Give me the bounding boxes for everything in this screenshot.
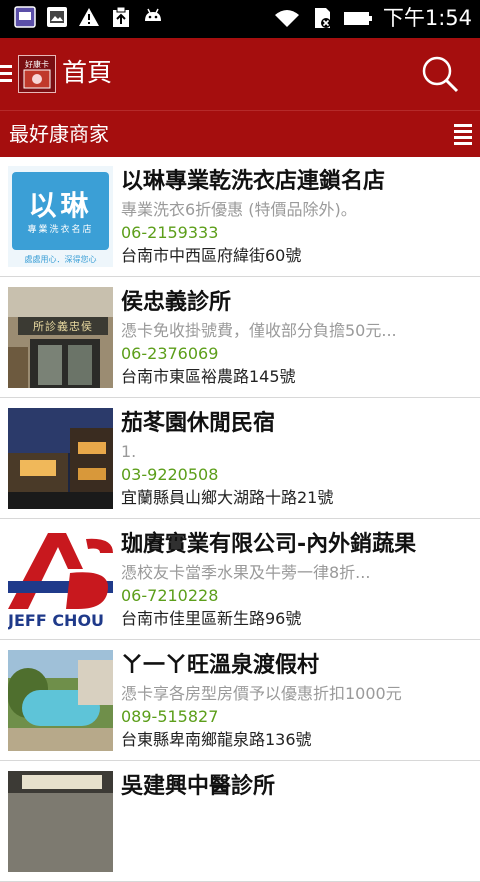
- list-item[interactable]: JEFF CHOU 珈賡實業有限公司-內外銷蔬果 憑校友卡當季水果及牛蒡一律8折…: [0, 519, 480, 640]
- section-header: 最好康商家: [0, 110, 480, 157]
- thumb-sign-text: 所診義忠侯: [33, 320, 93, 333]
- app-icon: [14, 6, 36, 28]
- gallery-icon: [47, 7, 67, 27]
- merchant-address: 台南市中西區府緯街60號: [121, 246, 302, 265]
- merchant-desc: 憑校友卡當季水果及牛蒡一律8折...: [121, 563, 371, 582]
- section-title: 最好康商家: [9, 122, 109, 146]
- merchant-desc: 1.: [121, 442, 137, 461]
- list-item[interactable]: 茄苳園休閒民宿 1. 03-9220508 宜蘭縣員山鄉大湖路十路21號: [0, 398, 480, 519]
- app-logo[interactable]: 好康卡: [18, 55, 56, 93]
- thumb-foot-text: 處處用心．深得您心: [24, 255, 97, 264]
- merchant-thumbnail: [8, 650, 113, 751]
- merchant-thumbnail: 以琳 專業洗衣名店 處處用心．深得您心: [8, 166, 113, 267]
- drawer-toggle-icon[interactable]: [0, 65, 12, 83]
- merchant-phone[interactable]: 06-2159333: [121, 222, 218, 244]
- merchant-name: 吳建興中醫診所: [121, 774, 276, 799]
- sd-card-icon: [314, 8, 331, 28]
- thumb-brand-text: JEFF CHOU: [8, 611, 105, 630]
- merchant-thumbnail: 所診義忠侯: [8, 287, 113, 388]
- status-right: 下午1:54: [273, 5, 472, 31]
- merchant-desc: 專業洗衣6折優惠 (特價品除外)。: [121, 200, 357, 219]
- merchant-name: 以琳專業乾洗衣店連鎖名店: [121, 169, 386, 194]
- logo-text: 好康卡: [25, 59, 49, 69]
- list-menu-icon[interactable]: [454, 124, 472, 145]
- merchant-phone[interactable]: 06-2376069: [121, 343, 218, 365]
- merchant-name: 茄苳園休閒民宿: [121, 411, 276, 436]
- merchant-name: 侯忠義診所: [121, 290, 232, 315]
- merchant-thumbnail: JEFF CHOU: [8, 529, 113, 630]
- list-item[interactable]: 吳建興中醫診所: [0, 761, 480, 882]
- merchant-address: 台東縣卑南鄉龍泉路136號: [121, 730, 312, 749]
- merchant-address: 台南市佳里區新生路96號: [121, 609, 302, 628]
- merchant-list: 以琳 專業洗衣名店 處處用心．深得您心 以琳專業乾洗衣店連鎖名店 專業洗衣6折優…: [0, 156, 480, 882]
- merchant-phone[interactable]: 06-7210228: [121, 585, 218, 607]
- list-item[interactable]: ㄚ一ㄚ旺溫泉渡假村 憑卡享各房型房價予以優惠折扣1000元 089-515827…: [0, 640, 480, 761]
- battery-icon: [343, 12, 372, 25]
- merchant-phone[interactable]: 089-515827: [121, 706, 218, 728]
- abc-logo-icon: [8, 533, 113, 609]
- merchant-phone[interactable]: 03-9220508: [121, 464, 218, 486]
- merchant-thumbnail: [8, 771, 113, 872]
- merchant-address: 宜蘭縣員山鄉大湖路十路21號: [121, 488, 334, 507]
- thumb-logo-text: 以琳: [28, 189, 93, 222]
- list-item[interactable]: 以琳 專業洗衣名店 處處用心．深得您心 以琳專業乾洗衣店連鎖名店 專業洗衣6折優…: [0, 156, 480, 277]
- android-icon: [145, 8, 161, 21]
- action-bar: 好康卡 首頁: [0, 38, 480, 110]
- merchant-desc: 憑卡免收掛號費，僅收部分負擔50元...: [121, 321, 397, 340]
- wifi-icon: [274, 10, 299, 27]
- search-icon[interactable]: [420, 54, 460, 94]
- merchant-name: 珈賡實業有限公司-內外銷蔬果: [121, 532, 417, 557]
- merchant-desc: 憑卡享各房型房價予以優惠折扣1000元: [121, 684, 402, 703]
- thumb-sub-text: 專業洗衣名店: [27, 225, 94, 235]
- logo-icon: 好康卡: [19, 56, 55, 92]
- status-bar: 下午1:54: [0, 0, 480, 38]
- merchant-name: ㄚ一ㄚ旺溫泉渡假村: [121, 653, 320, 678]
- warning-icon: [79, 8, 99, 26]
- status-time: 下午1:54: [382, 6, 472, 30]
- clipboard-icon: [113, 6, 129, 27]
- status-left: [14, 6, 164, 28]
- page-title: 首頁: [62, 58, 113, 87]
- list-item[interactable]: 所診義忠侯 侯忠義診所 憑卡免收掛號費，僅收部分負擔50元... 06-2376…: [0, 277, 480, 398]
- merchant-thumbnail: [8, 408, 113, 509]
- merchant-address: 台南市東區裕農路145號: [121, 367, 296, 386]
